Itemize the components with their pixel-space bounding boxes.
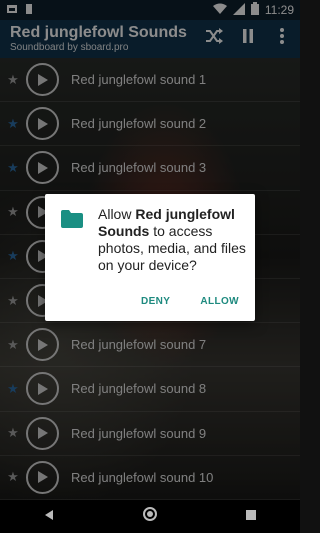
permission-message: Allow Red junglefowl Sounds to access ph… <box>98 206 248 274</box>
allow-button[interactable]: ALLOW <box>200 296 239 307</box>
navigation-bar <box>0 500 300 533</box>
back-button[interactable] <box>43 508 55 526</box>
folder-icon <box>61 210 83 228</box>
permission-text-prefix: Allow <box>98 206 136 222</box>
back-icon <box>45 509 54 520</box>
recents-icon <box>245 509 256 520</box>
recents-button[interactable] <box>245 508 257 526</box>
home-button[interactable] <box>142 506 158 527</box>
dialog-actions: DENY ALLOW <box>141 296 239 307</box>
home-icon <box>142 507 157 521</box>
permission-dialog: Allow Red junglefowl Sounds to access ph… <box>45 194 255 321</box>
deny-button[interactable]: DENY <box>141 296 170 307</box>
